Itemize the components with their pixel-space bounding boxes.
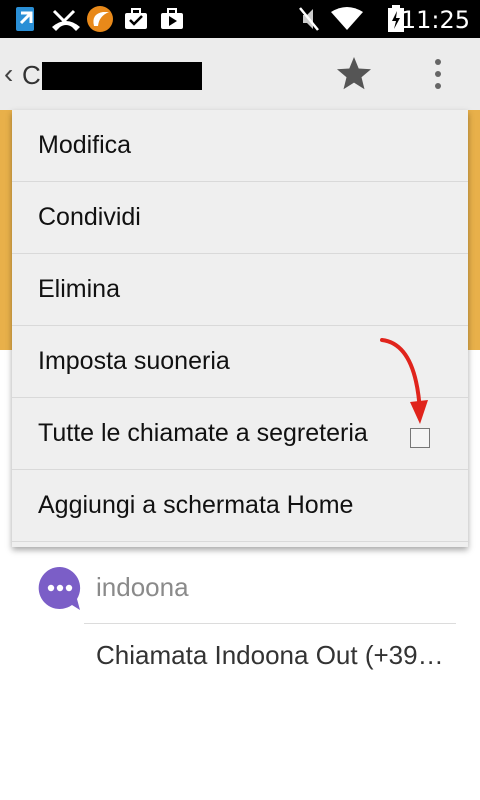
menu-item-label: Aggiungi a schermata Home	[38, 491, 354, 519]
sim-download-icon	[12, 5, 40, 33]
briefcase-check-icon	[122, 5, 150, 33]
wifi-icon	[330, 5, 364, 33]
menu-item-label: Tutte le chiamate a segreteria	[38, 419, 368, 447]
overflow-popup-menu: Modifica Condividi Elimina Imposta suone…	[12, 110, 468, 547]
menu-item-label: Condividi	[38, 203, 141, 231]
divider	[84, 623, 456, 624]
contact-title[interactable]: C	[22, 60, 41, 91]
annotation-arrow-icon	[380, 338, 428, 424]
chat-bubble-icon	[36, 564, 84, 612]
menu-item-modifica[interactable]: Modifica	[12, 110, 468, 182]
status-bar: 11:25	[0, 0, 480, 38]
menu-item-label: Elimina	[38, 275, 120, 303]
menu-item-label: Modifica	[38, 131, 132, 159]
menu-item-condividi[interactable]: Condividi	[12, 182, 468, 254]
app-logo-icon	[84, 5, 116, 33]
missed-call-icon	[50, 5, 82, 33]
mute-icon	[296, 5, 322, 33]
action-bar: ‹ C	[0, 38, 480, 111]
status-time: 11:25	[400, 6, 470, 34]
back-chevron-icon[interactable]: ‹	[4, 58, 13, 90]
menu-item-label: Imposta suoneria	[38, 347, 230, 375]
entry-call-detail[interactable]: Chiamata Indoona Out (+39…	[96, 640, 444, 671]
entry-app-name: indoona	[96, 572, 189, 602]
briefcase-play-icon	[158, 5, 186, 33]
redacted-name-block	[42, 62, 202, 90]
star-icon[interactable]	[334, 54, 374, 94]
overflow-menu-icon[interactable]	[426, 54, 450, 94]
menu-item-elimina[interactable]: Elimina	[12, 254, 468, 326]
menu-item-aggiungi-home[interactable]: Aggiungi a schermata Home	[12, 470, 468, 542]
